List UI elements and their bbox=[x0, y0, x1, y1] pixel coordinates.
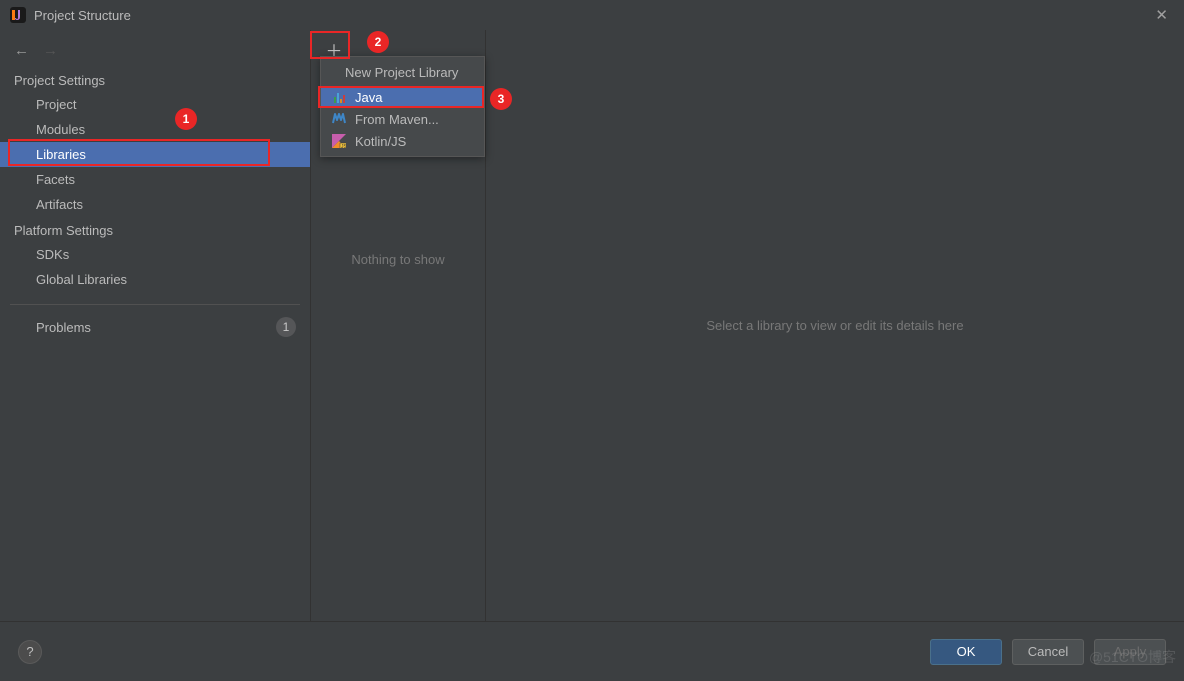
help-button[interactable]: ? bbox=[18, 640, 42, 664]
ok-button[interactable]: OK bbox=[930, 639, 1002, 665]
cancel-button[interactable]: Cancel bbox=[1012, 639, 1084, 665]
library-list-empty: Nothing to show bbox=[311, 252, 485, 267]
popup-item-maven[interactable]: From Maven... bbox=[321, 108, 484, 130]
new-library-popup: New Project Library Java From Maven... bbox=[320, 56, 485, 157]
sidebar-item-facets[interactable]: Facets bbox=[0, 167, 310, 192]
popup-item-label: From Maven... bbox=[355, 112, 439, 127]
detail-placeholder: Select a library to view or edit its det… bbox=[706, 318, 963, 333]
popup-item-java[interactable]: Java bbox=[321, 86, 484, 108]
sidebar-item-global-libraries[interactable]: Global Libraries bbox=[0, 267, 310, 292]
popup-header: New Project Library bbox=[321, 61, 484, 86]
sidebar-item-artifacts[interactable]: Artifacts bbox=[0, 192, 310, 217]
section-project-settings: Project Settings bbox=[0, 69, 310, 92]
section-platform-settings: Platform Settings bbox=[0, 219, 310, 242]
sidebar-item-problems[interactable]: Problems 1 bbox=[0, 313, 310, 341]
detail-pane: Select a library to view or edit its det… bbox=[486, 30, 1184, 621]
back-icon[interactable]: ← bbox=[14, 42, 29, 59]
apply-button: Apply bbox=[1094, 639, 1166, 665]
kotlin-icon: JS bbox=[331, 133, 347, 149]
sidebar: ← → Project Settings Project Modules Lib… bbox=[0, 30, 310, 621]
help-icon: ? bbox=[26, 644, 33, 659]
sidebar-item-modules[interactable]: Modules bbox=[0, 117, 310, 142]
popup-item-label: Java bbox=[355, 90, 382, 105]
sidebar-item-libraries[interactable]: Libraries bbox=[0, 142, 310, 167]
sidebar-item-project[interactable]: Project bbox=[0, 92, 310, 117]
titlebar: Project Structure ✕ bbox=[0, 0, 1184, 30]
body-area: ← → Project Settings Project Modules Lib… bbox=[0, 30, 1184, 621]
close-icon[interactable]: ✕ bbox=[1149, 6, 1174, 24]
sidebar-item-sdks[interactable]: SDKs bbox=[0, 242, 310, 267]
forward-icon: → bbox=[43, 42, 58, 59]
sidebar-divider bbox=[10, 304, 300, 305]
svg-text:JS: JS bbox=[341, 144, 346, 148]
window-title: Project Structure bbox=[34, 8, 131, 23]
problems-label: Problems bbox=[36, 320, 276, 335]
bottombar: ? OK Cancel Apply bbox=[0, 621, 1184, 681]
java-library-icon bbox=[331, 89, 347, 105]
problems-count-badge: 1 bbox=[276, 317, 296, 337]
app-icon bbox=[10, 7, 26, 23]
maven-icon bbox=[331, 111, 347, 127]
nav-history: ← → bbox=[0, 36, 310, 69]
popup-item-label: Kotlin/JS bbox=[355, 134, 406, 149]
popup-item-kotlinjs[interactable]: JS Kotlin/JS bbox=[321, 130, 484, 152]
